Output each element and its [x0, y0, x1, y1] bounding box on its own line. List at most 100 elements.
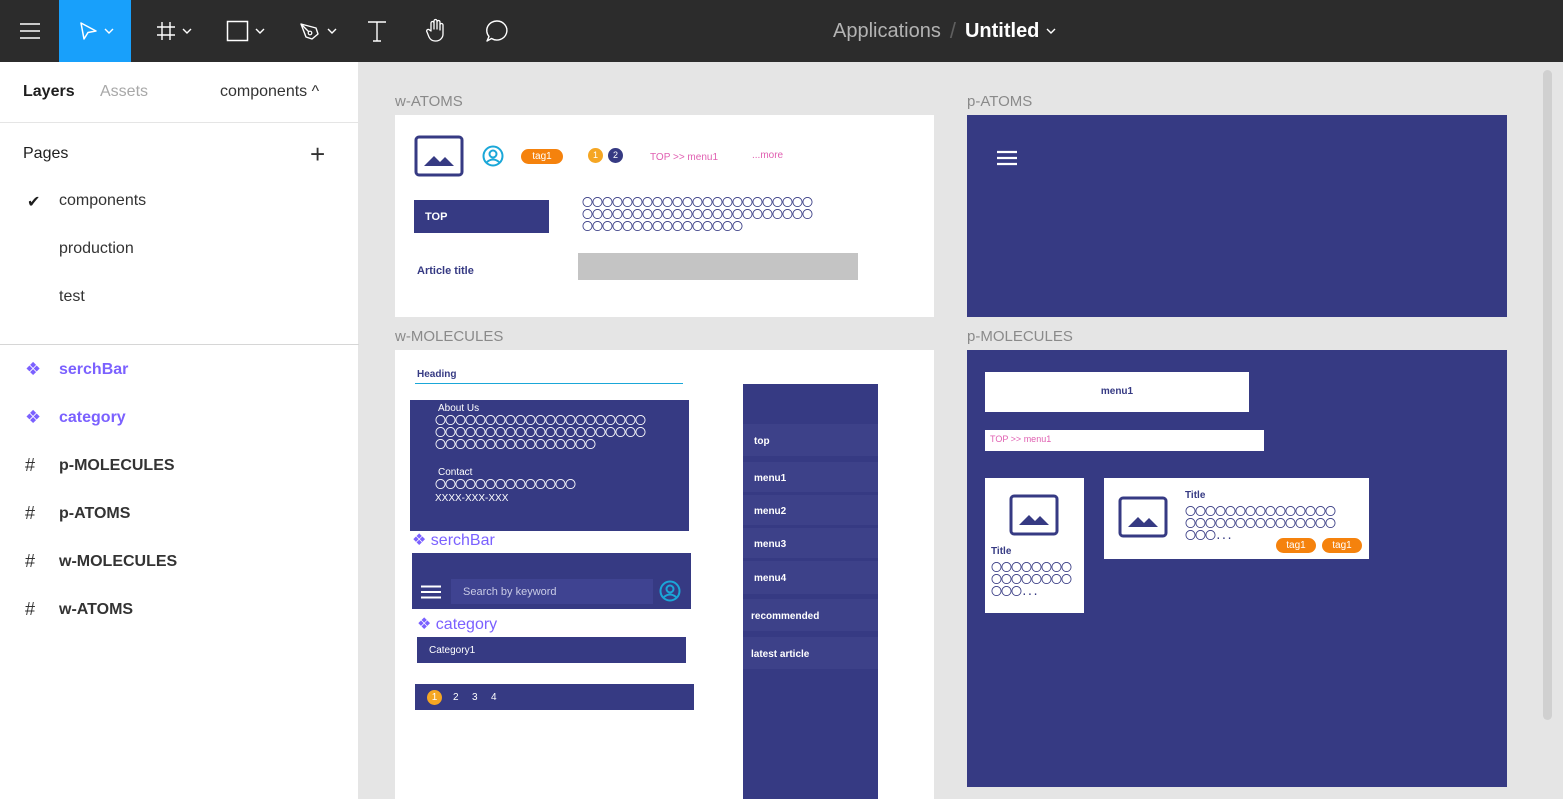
image-placeholder-icon: [1009, 494, 1059, 536]
frame-w-molecules[interactable]: Heading About Us 〇〇〇〇〇〇〇〇〇〇〇〇〇〇〇〇〇〇〇〇〇 〇…: [395, 350, 934, 799]
breadcrumb-project[interactable]: Applications: [833, 20, 941, 43]
breadcrumb-molecule: TOP >> menu1: [985, 430, 1264, 451]
chevron-down-icon: [255, 28, 264, 34]
card-text: 〇〇〇〇〇〇〇〇 〇〇〇〇〇〇〇〇 〇〇〇...: [991, 562, 1072, 598]
side-menu-item-menu2[interactable]: menu2: [743, 495, 878, 525]
tag-badge: tag1: [1276, 538, 1316, 553]
text-tool-icon: [368, 21, 386, 42]
hamburger-menu-icon: [997, 150, 1017, 166]
menu-item-label: menu1: [754, 473, 787, 484]
panel-tabs: Layers Assets components ^: [0, 62, 359, 123]
tab-assets[interactable]: Assets: [100, 83, 148, 101]
side-menu-item-latest-article[interactable]: latest article: [743, 637, 878, 669]
frame-p-atoms[interactable]: [967, 115, 1507, 317]
menu-item-label: recommended: [751, 611, 820, 622]
pen-tool-button[interactable]: [287, 0, 347, 62]
frame-label-w-molecules[interactable]: w-MOLECULES: [395, 328, 503, 345]
canvas-scrollbar[interactable]: [1543, 70, 1552, 720]
frame-icon: #: [25, 599, 36, 619]
gray-placeholder-bar: [578, 253, 858, 280]
side-menu-item-recommended[interactable]: recommended: [743, 599, 878, 631]
frame-icon: #: [25, 455, 36, 475]
file-breadcrumb: Applications / Untitled: [833, 0, 1056, 62]
frame-icon: #: [25, 503, 36, 523]
contact-text: 〇〇〇〇〇〇〇〇〇〇〇〇〇〇: [435, 478, 576, 491]
frame-w-atoms[interactable]: tag1 1 2 TOP >> menu1 ...more TOP 〇〇〇〇〇〇…: [395, 115, 934, 317]
top-button-label: TOP: [425, 211, 448, 223]
contact-title: Contact: [438, 467, 473, 478]
layer-w-molecules[interactable]: # w-MOLECULES: [0, 547, 359, 577]
frame-icon: #: [25, 551, 36, 571]
layer-label: category: [59, 409, 126, 426]
file-name[interactable]: Untitled: [965, 20, 1039, 43]
card-title: Title: [1185, 490, 1206, 501]
search-placeholder: Search by keyword: [463, 586, 557, 598]
page-number[interactable]: 2: [453, 692, 459, 703]
article-card-horizontal: Title 〇〇〇〇〇〇〇〇〇〇〇〇〇〇〇 〇〇〇〇〇〇〇〇〇〇〇〇〇〇〇 〇〇…: [1104, 478, 1369, 559]
page-number[interactable]: 4: [491, 692, 497, 703]
side-menu-item-menu4[interactable]: menu4: [743, 561, 878, 594]
image-placeholder-icon: [414, 135, 464, 177]
menu-icon: [19, 23, 40, 39]
layer-p-atoms[interactable]: # p-ATOMS: [0, 499, 359, 529]
serchbar-label-text: serchBar: [430, 532, 495, 549]
top-toolbar: Applications / Untitled: [0, 0, 1563, 62]
page-number[interactable]: 3: [472, 692, 478, 703]
menu-button-label: menu1: [1100, 386, 1134, 397]
side-menu-item-menu3[interactable]: menu3: [743, 528, 878, 558]
design-canvas[interactable]: w-ATOMS tag1 1 2 TOP >> menu1 ...more TO…: [360, 62, 1563, 799]
page-item-components[interactable]: components: [59, 192, 146, 210]
side-menu-item-top[interactable]: top: [743, 424, 878, 456]
page-number-active[interactable]: 1: [427, 690, 442, 705]
add-page-button[interactable]: +: [310, 139, 325, 170]
breadcrumb-atom: TOP >> menu1: [650, 152, 719, 163]
tab-layers[interactable]: Layers: [23, 83, 75, 101]
side-menu-item-menu1[interactable]: menu1: [743, 462, 878, 492]
search-input[interactable]: Search by keyword: [451, 579, 653, 604]
left-panel: Layers Assets components ^ Pages + ✔ com…: [0, 62, 359, 799]
comment-tool-button[interactable]: [477, 0, 517, 62]
frame-tool-button[interactable]: [143, 0, 203, 62]
heading-underline: [415, 383, 683, 384]
component-icon: ❖: [412, 532, 427, 549]
more-link: ...more: [752, 150, 784, 161]
user-avatar-icon: [659, 580, 681, 602]
serchbar-component-label[interactable]: ❖ serchBar: [412, 530, 495, 550]
article-title: Article title: [417, 265, 474, 277]
layer-serchbar[interactable]: ❖ serchBar: [0, 355, 359, 385]
layer-category[interactable]: ❖ category: [0, 403, 359, 433]
card-title: Title: [991, 546, 1012, 557]
move-tool-button[interactable]: [59, 0, 131, 62]
layer-p-molecules[interactable]: # p-MOLECULES: [0, 451, 359, 481]
frame-p-molecules[interactable]: menu1 TOP >> menu1 Title 〇〇〇〇〇〇〇〇 〇〇〇〇〇〇…: [967, 350, 1507, 787]
chevron-down-icon[interactable]: [1046, 28, 1056, 34]
move-tool-icon: [79, 22, 97, 40]
serchbar-component[interactable]: Search by keyword: [412, 553, 691, 609]
text-line: 〇〇〇〇〇〇〇〇〇〇〇〇〇〇〇〇: [582, 220, 743, 233]
user-avatar-icon: [482, 145, 504, 167]
rectangle-tool-button[interactable]: [215, 0, 275, 62]
text-tool-button[interactable]: [359, 0, 395, 62]
pagination-component[interactable]: 1 2 3 4: [415, 684, 694, 710]
contact-phone: XXXX-XXX-XXX: [435, 493, 509, 504]
main-menu-button[interactable]: [0, 0, 59, 62]
side-menu-component[interactable]: top menu1 menu2 menu3 menu4 recommended …: [743, 384, 878, 799]
frame-label-p-atoms[interactable]: p-ATOMS: [967, 93, 1032, 110]
category-component[interactable]: Category1: [417, 637, 686, 663]
page-item-test[interactable]: test: [59, 288, 85, 306]
page-item-production[interactable]: production: [59, 240, 134, 258]
card-text: 〇〇〇〇〇〇〇〇〇〇〇〇〇〇〇 〇〇〇〇〇〇〇〇〇〇〇〇〇〇〇 〇〇〇...: [1185, 506, 1336, 542]
layer-w-atoms[interactable]: # w-ATOMS: [0, 595, 359, 625]
hand-tool-button[interactable]: [417, 0, 457, 62]
breadcrumb-text: TOP >> menu1: [990, 434, 1052, 444]
category-component-label[interactable]: ❖ category: [417, 614, 497, 634]
rectangle-tool-icon: [226, 20, 248, 42]
frame-label-w-atoms[interactable]: w-ATOMS: [395, 93, 463, 110]
hamburger-menu-icon: [421, 585, 441, 599]
top-button: TOP: [414, 200, 549, 233]
layer-label: w-ATOMS: [59, 601, 134, 618]
page-selector[interactable]: components ^: [220, 83, 319, 101]
chevron-down-icon: [327, 28, 336, 34]
count-badge-orange: 1: [588, 148, 603, 163]
frame-label-p-molecules[interactable]: p-MOLECULES: [967, 328, 1073, 345]
